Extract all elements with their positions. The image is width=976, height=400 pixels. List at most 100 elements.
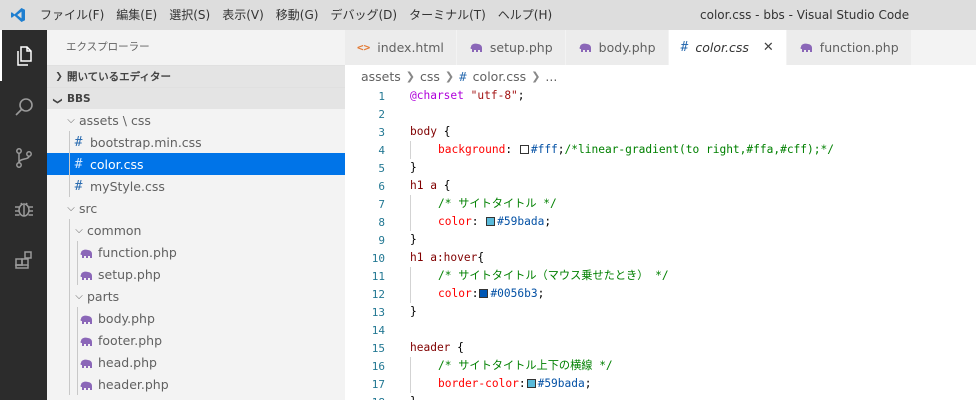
code-token: { xyxy=(450,341,464,354)
php-file-icon xyxy=(79,247,93,258)
color-swatch[interactable] xyxy=(519,145,529,154)
code-text: } xyxy=(410,231,417,249)
debug-icon[interactable] xyxy=(0,183,47,234)
code-token: ; xyxy=(517,89,525,102)
menu-item[interactable]: デバッグ(D) xyxy=(324,0,403,30)
code-line[interactable]: 7 /* サイトタイトル */ xyxy=(345,195,976,213)
code-line[interactable]: 16 /* サイトタイトル上下の横線 */ xyxy=(345,357,976,375)
line-number: 11 xyxy=(371,269,385,283)
code-token: @charset xyxy=(410,89,464,102)
indent-guide xyxy=(77,373,78,395)
explorer-header: エクスプローラー xyxy=(66,41,150,53)
code-line[interactable]: 5} xyxy=(345,159,976,177)
tree-file[interactable]: header.php xyxy=(47,373,345,395)
tree-folder[interactable]: ⌵ src xyxy=(47,197,345,219)
open-editors-section[interactable]: ❯ 開いているエディター xyxy=(47,65,345,87)
indent-guide xyxy=(69,373,70,395)
chevron-right-icon: ❯ xyxy=(405,69,416,83)
php-file-icon xyxy=(469,43,483,53)
code-text: } xyxy=(410,303,417,321)
tab-label: setup.php xyxy=(489,40,553,55)
source-control-icon[interactable] xyxy=(0,132,47,183)
code-line[interactable]: 17 border-color: #59bada; xyxy=(345,375,976,393)
code-token: : xyxy=(471,215,486,228)
breadcrumb-item-file[interactable]: color.css xyxy=(473,69,527,84)
line-number: 7 xyxy=(378,197,385,211)
code-token: #fff xyxy=(530,143,558,156)
html-file-icon: <> xyxy=(357,41,371,54)
explorer-icon[interactable] xyxy=(0,30,47,81)
menu-item[interactable]: ファイル(F) xyxy=(35,0,110,30)
breadcrumb-item-more[interactable]: ... xyxy=(545,69,557,84)
project-section[interactable]: ❯ BBS xyxy=(47,87,345,109)
tree-folder[interactable]: ⌵ assets \ css xyxy=(47,109,345,131)
breadcrumb-item-css[interactable]: css xyxy=(420,69,440,84)
code-line[interactable]: 11 /* サイトタイトル（マウス乗せたとき） */ xyxy=(345,267,976,285)
tab-function-php[interactable]: function.php xyxy=(786,30,912,65)
code-line[interactable]: 4 background: #fff;/*linear-gradient(to r… xyxy=(345,141,976,159)
tab-body-php[interactable]: body.php xyxy=(565,30,669,65)
code-line[interactable]: 8 color: #59bada; xyxy=(345,213,976,231)
menu-item[interactable]: ヘルプ(H) xyxy=(492,0,558,30)
tab-index-html[interactable]: <> index.html xyxy=(345,30,457,65)
extensions-icon[interactable] xyxy=(0,234,47,285)
line-number: 3 xyxy=(378,125,385,139)
menu-item[interactable]: ターミナル(T) xyxy=(403,0,492,30)
tree-file[interactable]: # color.css xyxy=(47,153,345,175)
title-bar: ファイル(F) 編集(E) 選択(S) 表示(V) 移動(G) デバッグ(D) ターミナル(… xyxy=(0,0,976,30)
code-token: } xyxy=(410,305,417,318)
code-line[interactable]: 10 h1 a:hover{ xyxy=(345,249,976,267)
tree-file[interactable]: # myStyle.css xyxy=(47,175,345,197)
chevron-down-icon: ⌵ xyxy=(75,224,83,236)
tree-item-label: parts xyxy=(87,288,120,304)
indent-guide xyxy=(410,375,411,393)
window-title: color.css - bbs - Visual Studio Code xyxy=(700,8,910,22)
color-swatch[interactable] xyxy=(526,379,536,388)
tab-setup-php[interactable]: setup.php xyxy=(456,30,566,65)
activity-bar xyxy=(0,30,47,400)
code-line[interactable]: 12 color: #0056b3; xyxy=(345,285,976,303)
tree-file[interactable]: setup.php xyxy=(47,263,345,285)
menu-item[interactable]: 選択(S) xyxy=(163,0,216,30)
css-file-icon: # xyxy=(459,68,467,84)
code-line[interactable]: 14 xyxy=(345,321,976,339)
tree-file[interactable]: footer.php xyxy=(47,329,345,351)
file-tree: ⌵ assets \ css # bootstrap.min.css # color.cs… xyxy=(47,109,345,395)
code-line[interactable]: 15 header { xyxy=(345,339,976,357)
code-editor[interactable]: 1 @charset "utf-8"; 2 3 body {4 background: #… xyxy=(345,87,976,400)
close-icon[interactable]: ✕ xyxy=(763,40,774,55)
menu-item[interactable]: 編集(E) xyxy=(110,0,163,30)
tree-item-label: common xyxy=(87,222,142,238)
code-text: h1 a:hover{ xyxy=(410,249,484,267)
tree-file[interactable]: function.php xyxy=(47,241,345,263)
tree-folder[interactable]: ⌵ parts xyxy=(47,285,345,307)
tree-file[interactable]: # bootstrap.min.css xyxy=(47,131,345,153)
code-line[interactable]: 2 xyxy=(345,105,976,123)
color-swatch[interactable] xyxy=(479,289,489,298)
tree-item-label: bootstrap.min.css xyxy=(90,134,202,150)
search-icon[interactable] xyxy=(0,81,47,132)
code-text: background: #fff;/*linear-gradient(to ri… xyxy=(438,141,834,159)
code-line[interactable]: 18} xyxy=(345,393,976,400)
code-line[interactable]: 6 h1 a { xyxy=(345,177,976,195)
code-line[interactable]: 9} xyxy=(345,231,976,249)
code-line[interactable]: 13} xyxy=(345,303,976,321)
code-line[interactable]: 3 body { xyxy=(345,123,976,141)
indent-guide xyxy=(69,241,70,263)
code-line[interactable]: 1 @charset "utf-8"; xyxy=(345,87,976,105)
color-swatch[interactable] xyxy=(486,217,496,226)
tree-file[interactable]: head.php xyxy=(47,351,345,373)
tree-folder[interactable]: ⌵ common xyxy=(47,219,345,241)
code-text: header { xyxy=(410,339,464,357)
breadcrumb-item-assets[interactable]: assets xyxy=(361,69,401,84)
tree-item-label: function.php xyxy=(98,244,177,260)
css-file-icon: # xyxy=(680,40,689,55)
vscode-logo-icon xyxy=(0,0,35,30)
menu-item[interactable]: 表示(V) xyxy=(216,0,270,30)
menu-item[interactable]: 移動(G) xyxy=(270,0,325,30)
code-token: ; xyxy=(544,215,552,228)
indent-guide xyxy=(69,285,70,307)
tab-color-css[interactable]: # color.css ✕ xyxy=(668,30,787,65)
tree-item-label: myStyle.css xyxy=(90,178,165,194)
tree-file[interactable]: body.php xyxy=(47,307,345,329)
